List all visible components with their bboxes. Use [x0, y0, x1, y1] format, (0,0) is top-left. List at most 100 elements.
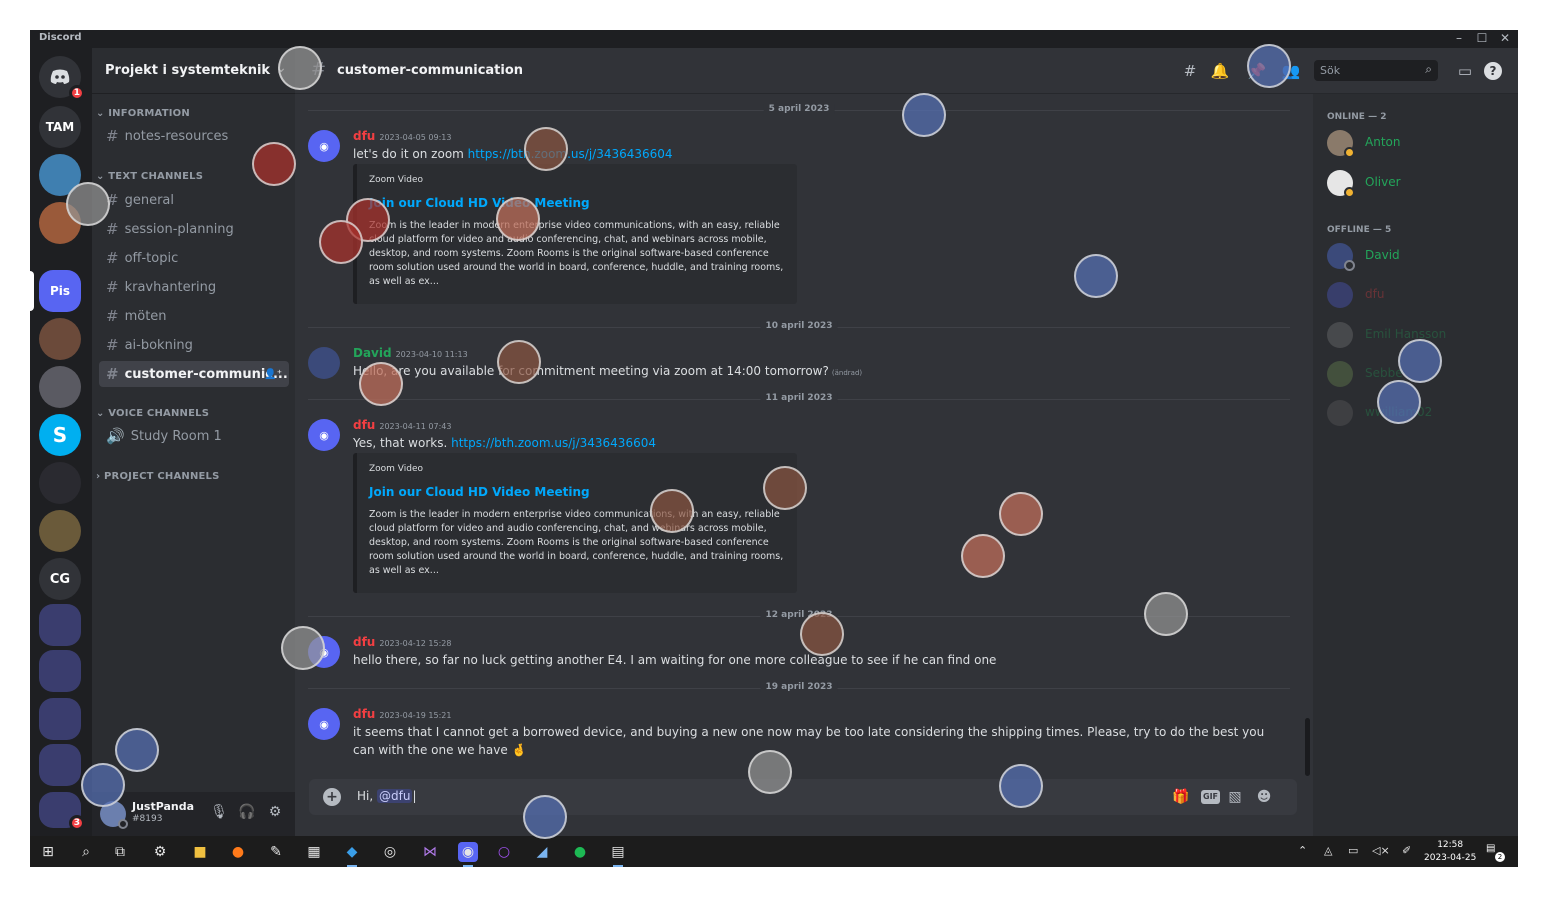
message-author[interactable]: David 2023-04-10 11:13: [353, 346, 468, 360]
embed-title[interactable]: Join our Cloud HD Video Meeting: [369, 196, 785, 210]
member-item[interactable]: dfu: [1327, 282, 1507, 310]
calculator-icon[interactable]: ▦: [304, 842, 324, 862]
github-icon[interactable]: ◎: [380, 842, 400, 862]
category-voice-channels[interactable]: ⌄ VOICE CHANNELS: [96, 408, 209, 419]
channel-study-room-1[interactable]: 🔊 Study Room 1: [99, 423, 289, 449]
click-marker: [524, 127, 568, 171]
upload-plus-icon[interactable]: +: [323, 788, 341, 806]
timestamp: 2023-04-05 09:13: [379, 133, 452, 142]
maximize-button[interactable]: ☐: [1475, 31, 1489, 45]
search-icon[interactable]: ⌕: [76, 842, 96, 862]
message-composer[interactable]: + Hi, @dfu | 🎁 GIF ▧ ☻: [309, 779, 1297, 815]
paint-icon[interactable]: ✎: [266, 842, 286, 862]
firefox-icon[interactable]: ●: [228, 842, 248, 862]
spotify-icon[interactable]: ●: [570, 842, 590, 862]
file-explorer-icon[interactable]: ■: [190, 842, 210, 862]
headphones-icon[interactable]: 🎧: [238, 804, 256, 820]
channel-customer-communication[interactable]: # customer-communic... 👤⁺: [99, 361, 289, 387]
server-folder[interactable]: [39, 650, 81, 692]
channel-session-planning[interactable]: # session-planning: [99, 216, 289, 242]
app-icon[interactable]: ◢: [532, 842, 552, 862]
user-tag: #8193: [132, 814, 163, 824]
sticker-icon[interactable]: ▧: [1225, 787, 1245, 807]
cortana-icon[interactable]: ○: [494, 842, 514, 862]
message-link[interactable]: https://bth.zoom.us/j/3436436604: [468, 147, 673, 161]
volume-icon[interactable]: ◁×: [1372, 844, 1390, 857]
channel-kravhantering[interactable]: # kravhantering: [99, 274, 289, 300]
vscode-icon[interactable]: ◆: [342, 842, 362, 867]
avatar[interactable]: [308, 347, 340, 379]
text-channel-icon: #: [106, 249, 119, 267]
message-author[interactable]: dfu 2023-04-11 07:43: [353, 418, 451, 432]
server-folder[interactable]: [39, 604, 81, 646]
message-input[interactable]: Hi, @dfu |: [357, 789, 417, 803]
inbox-icon[interactable]: ▭: [1454, 60, 1476, 82]
emoji-icon[interactable]: ☻: [1254, 787, 1274, 807]
server-folder[interactable]: [39, 698, 81, 740]
avatar: [1327, 400, 1353, 426]
avatar[interactable]: ◉: [308, 419, 340, 451]
avatar: [1327, 282, 1353, 308]
gift-icon[interactable]: 🎁: [1171, 787, 1191, 807]
notification-center-icon[interactable]: ▤ 2: [1486, 843, 1505, 862]
member-item[interactable]: Oliver: [1327, 170, 1507, 198]
scrollbar-thumb[interactable]: [1305, 718, 1310, 776]
member-item[interactable]: Anton: [1327, 130, 1507, 158]
minimize-button[interactable]: –: [1452, 31, 1466, 45]
message-author[interactable]: dfu 2023-04-05 09:13: [353, 129, 451, 143]
timestamp: 2023-04-11 07:43: [379, 422, 452, 431]
server-tam[interactable]: TAM: [39, 106, 81, 148]
pen-icon[interactable]: ✐: [1402, 844, 1411, 857]
channel-moten[interactable]: # möten: [99, 303, 289, 329]
search-input[interactable]: Sök ⌕: [1314, 60, 1438, 81]
message-author[interactable]: dfu 2023-04-12 15:28: [353, 635, 451, 649]
task-view-icon[interactable]: ⧉: [110, 842, 130, 862]
server-avatar[interactable]: [39, 366, 81, 408]
category-information[interactable]: ⌄ INFORMATION: [96, 108, 190, 119]
server-folder[interactable]: [39, 744, 81, 786]
microphone-icon[interactable]: 🎙: [210, 804, 228, 820]
avatar[interactable]: ◉: [308, 708, 340, 740]
message-body: Yes, that works. https://bth.zoom.us/j/3…: [353, 434, 1273, 452]
close-button[interactable]: ✕: [1498, 31, 1512, 45]
tray-expand-icon[interactable]: ⌃: [1298, 844, 1307, 857]
add-member-icon[interactable]: 👤⁺: [264, 369, 282, 380]
bell-icon[interactable]: 🔔: [1209, 60, 1231, 82]
category-text-channels[interactable]: ⌄ TEXT CHANNELS: [96, 171, 203, 182]
channel-ai-bokning[interactable]: # ai-bokning: [99, 332, 289, 358]
channel-general[interactable]: # general: [99, 187, 289, 213]
server-avatar[interactable]: [39, 462, 81, 504]
settings-icon[interactable]: ⚙: [150, 842, 170, 862]
visual-studio-icon[interactable]: ⋈: [420, 842, 440, 862]
date-label: 11 april 2023: [760, 393, 838, 403]
message-link[interactable]: https://bth.zoom.us/j/3436436604: [451, 436, 656, 450]
channel-label: möten: [124, 308, 167, 324]
channel-off-topic[interactable]: # off-topic: [99, 245, 289, 271]
server-avatar[interactable]: [39, 318, 81, 360]
category-project-channels[interactable]: › PROJECT CHANNELS: [96, 471, 220, 482]
server-avatar[interactable]: [39, 510, 81, 552]
gear-icon[interactable]: ⚙: [266, 804, 284, 820]
clock[interactable]: 12:58 2023-04-25: [1424, 839, 1476, 865]
battery-icon[interactable]: ▭: [1348, 844, 1358, 857]
server-s[interactable]: S: [39, 414, 81, 456]
gif-icon[interactable]: GIF: [1201, 790, 1221, 804]
threads-icon[interactable]: #: [1179, 60, 1201, 82]
discord-taskbar-icon[interactable]: ◉: [458, 842, 478, 867]
embed-title[interactable]: Join our Cloud HD Video Meeting: [369, 485, 785, 499]
server-pis[interactable]: Pis: [39, 270, 81, 312]
server-folder[interactable]: 3: [39, 792, 85, 831]
network-icon[interactable]: ◬: [1324, 844, 1332, 857]
app-icon[interactable]: ▤: [608, 842, 628, 867]
avatar[interactable]: ◉: [308, 130, 340, 162]
server-cg[interactable]: CG: [39, 558, 81, 600]
message-author[interactable]: dfu 2023-04-19 15:21: [353, 707, 451, 721]
windows-start-icon[interactable]: ⊞: [38, 842, 58, 862]
home-button[interactable]: 1: [39, 56, 85, 101]
member-item[interactable]: David: [1327, 243, 1507, 271]
click-marker: [999, 492, 1043, 536]
date-divider: 10 april 2023: [308, 321, 1290, 331]
guild-header[interactable]: Projekt i systemteknik ⌄: [92, 48, 295, 94]
discord-window: Discord – ☐ ✕ 1 TAM Pis S CG 3 Projekt i…: [30, 30, 1518, 867]
help-icon[interactable]: ?: [1484, 62, 1502, 80]
